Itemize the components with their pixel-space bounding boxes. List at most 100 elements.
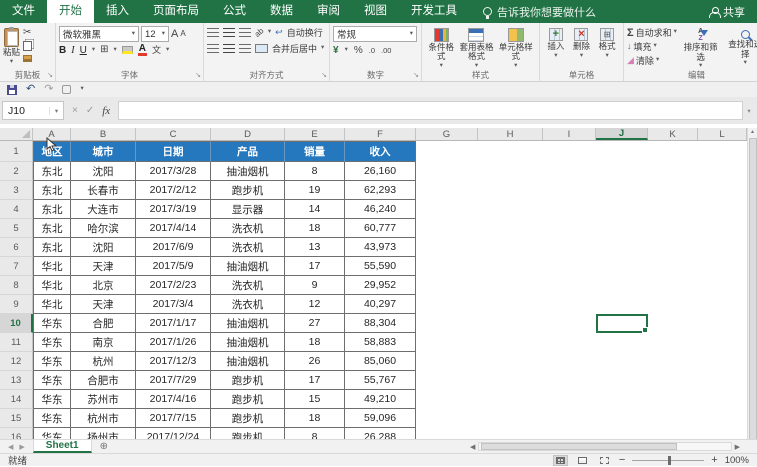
phonetic-guide-button[interactable]: 文	[152, 46, 161, 55]
row-header-10[interactable]: 10	[0, 314, 33, 333]
table-cell[interactable]: 17	[285, 257, 345, 276]
align-top-icon[interactable]	[207, 28, 219, 37]
row-header-7[interactable]: 7	[0, 257, 33, 276]
table-cell[interactable]: 2017/1/26	[136, 333, 211, 352]
customize-qat-icon[interactable]: ▾	[80, 86, 83, 93]
zoom-level[interactable]: 100%	[725, 455, 749, 466]
table-cell[interactable]: 18	[285, 333, 345, 352]
vertical-scrollbar[interactable]: ▲	[747, 128, 757, 446]
normal-view-button[interactable]	[553, 455, 568, 466]
table-cell[interactable]: 华东	[33, 409, 71, 428]
table-cell[interactable]: 8	[285, 428, 345, 439]
table-cell[interactable]: 跑步机	[211, 409, 285, 428]
column-header-A[interactable]: A	[33, 128, 71, 140]
align-bottom-icon[interactable]	[239, 28, 251, 37]
row-header-2[interactable]: 2	[0, 162, 33, 181]
table-cell[interactable]: 2017/4/14	[136, 219, 211, 238]
clipboard-dialog-launcher[interactable]: ↘	[47, 71, 53, 80]
cell-styles-button[interactable]: 单元格样式 ▾	[496, 26, 537, 69]
row-header-13[interactable]: 13	[0, 371, 33, 390]
find-select-button[interactable]: 查找和选择 ▾	[724, 26, 757, 69]
table-cell[interactable]: 华东	[33, 333, 71, 352]
tab-developer[interactable]: 开发工具	[399, 0, 469, 23]
increase-decimal-button[interactable]: .0	[369, 46, 375, 55]
sheet-tab-sheet1[interactable]: Sheet1	[33, 440, 92, 453]
table-cell[interactable]: 洗衣机	[211, 295, 285, 314]
column-header-D[interactable]: D	[211, 128, 285, 140]
horizontal-scrollbar[interactable]: ◀ ▶	[467, 440, 757, 453]
table-cell[interactable]: 49,210	[345, 390, 416, 409]
table-header-cell[interactable]: 产品	[211, 141, 285, 162]
table-cell[interactable]: 60,777	[345, 219, 416, 238]
table-cell[interactable]: 26,160	[345, 162, 416, 181]
row-header-6[interactable]: 6	[0, 238, 33, 257]
table-cell[interactable]: 华东	[33, 352, 71, 371]
table-header-cell[interactable]: 收入	[345, 141, 416, 162]
row-header-8[interactable]: 8	[0, 276, 33, 295]
row-header-11[interactable]: 11	[0, 333, 33, 352]
prev-sheet-icon[interactable]: ◀	[8, 443, 13, 451]
alignment-dialog-launcher[interactable]: ↘	[321, 71, 327, 80]
table-cell[interactable]: 长春市	[71, 181, 136, 200]
table-cell[interactable]: 2017/5/9	[136, 257, 211, 276]
table-cell[interactable]: 2017/7/29	[136, 371, 211, 390]
table-cell[interactable]: 2017/4/16	[136, 390, 211, 409]
tab-file[interactable]: 文件	[0, 0, 47, 23]
table-cell[interactable]: 29,952	[345, 276, 416, 295]
name-box[interactable]: ▾	[2, 101, 64, 120]
name-box-input[interactable]	[3, 105, 49, 117]
table-cell[interactable]: 东北	[33, 219, 71, 238]
number-format-combo[interactable]: 常规 ▾	[333, 26, 417, 42]
row-header-12[interactable]: 12	[0, 352, 33, 371]
format-as-table-button[interactable]: 套用表格格式 ▾	[457, 26, 495, 69]
align-center-icon[interactable]	[223, 44, 235, 53]
table-cell[interactable]: 杭州	[71, 352, 136, 371]
column-header-B[interactable]: B	[71, 128, 136, 140]
table-cell[interactable]: 华东	[33, 371, 71, 390]
table-cell[interactable]: 杭州市	[71, 409, 136, 428]
save-icon[interactable]	[7, 85, 17, 95]
number-dialog-launcher[interactable]: ↘	[413, 71, 419, 80]
table-cell[interactable]: 东北	[33, 200, 71, 219]
borders-button[interactable]: ⊞	[100, 45, 108, 55]
orientation-button[interactable]: ab	[253, 27, 265, 39]
table-cell[interactable]: 合肥市	[71, 371, 136, 390]
table-cell[interactable]: 13	[285, 238, 345, 257]
row-header-5[interactable]: 5	[0, 219, 33, 238]
tab-view[interactable]: 视图	[352, 0, 399, 23]
table-cell[interactable]: 华东	[33, 390, 71, 409]
table-cell[interactable]: 跑步机	[211, 390, 285, 409]
underline-button[interactable]: U	[80, 45, 87, 56]
table-cell[interactable]: 2017/6/9	[136, 238, 211, 257]
format-cells-button[interactable]: ⊞ 格式 ▾	[599, 26, 616, 69]
table-cell[interactable]: 扬州市	[71, 428, 136, 439]
table-cell[interactable]: 9	[285, 276, 345, 295]
table-cell[interactable]: 14	[285, 200, 345, 219]
table-cell[interactable]: 洗衣机	[211, 276, 285, 295]
column-header-E[interactable]: E	[285, 128, 345, 140]
table-cell[interactable]: 2017/2/12	[136, 181, 211, 200]
table-cell[interactable]: 北京	[71, 276, 136, 295]
select-all-corner[interactable]	[0, 128, 33, 140]
tab-data[interactable]: 数据	[258, 0, 305, 23]
table-cell[interactable]: 跑步机	[211, 428, 285, 439]
expand-formula-bar-icon[interactable]: ▾	[743, 107, 755, 115]
bold-button[interactable]: B	[59, 45, 66, 56]
table-cell[interactable]: 沈阳	[71, 162, 136, 181]
copy-button[interactable]	[22, 39, 33, 52]
table-cell[interactable]: 华东	[33, 428, 71, 439]
table-cell[interactable]: 26	[285, 352, 345, 371]
table-cell[interactable]: 12	[285, 295, 345, 314]
table-cell[interactable]: 43,973	[345, 238, 416, 257]
table-cell[interactable]: 2017/12/3	[136, 352, 211, 371]
cut-icon[interactable]: ✂	[23, 28, 31, 38]
font-size-combo[interactable]: 12 ▾	[141, 26, 169, 42]
format-painter-button[interactable]	[22, 52, 33, 65]
next-sheet-icon[interactable]: ▶	[19, 443, 24, 451]
wrap-text-button[interactable]: 自动换行	[287, 26, 323, 39]
conditional-formatting-button[interactable]: 条件格式 ▾	[425, 26, 457, 69]
table-cell[interactable]: 东北	[33, 181, 71, 200]
autosum-button[interactable]: Σ 自动求和 ▾	[627, 26, 677, 39]
table-cell[interactable]: 2017/12/24	[136, 428, 211, 439]
table-cell[interactable]: 华东	[33, 314, 71, 333]
